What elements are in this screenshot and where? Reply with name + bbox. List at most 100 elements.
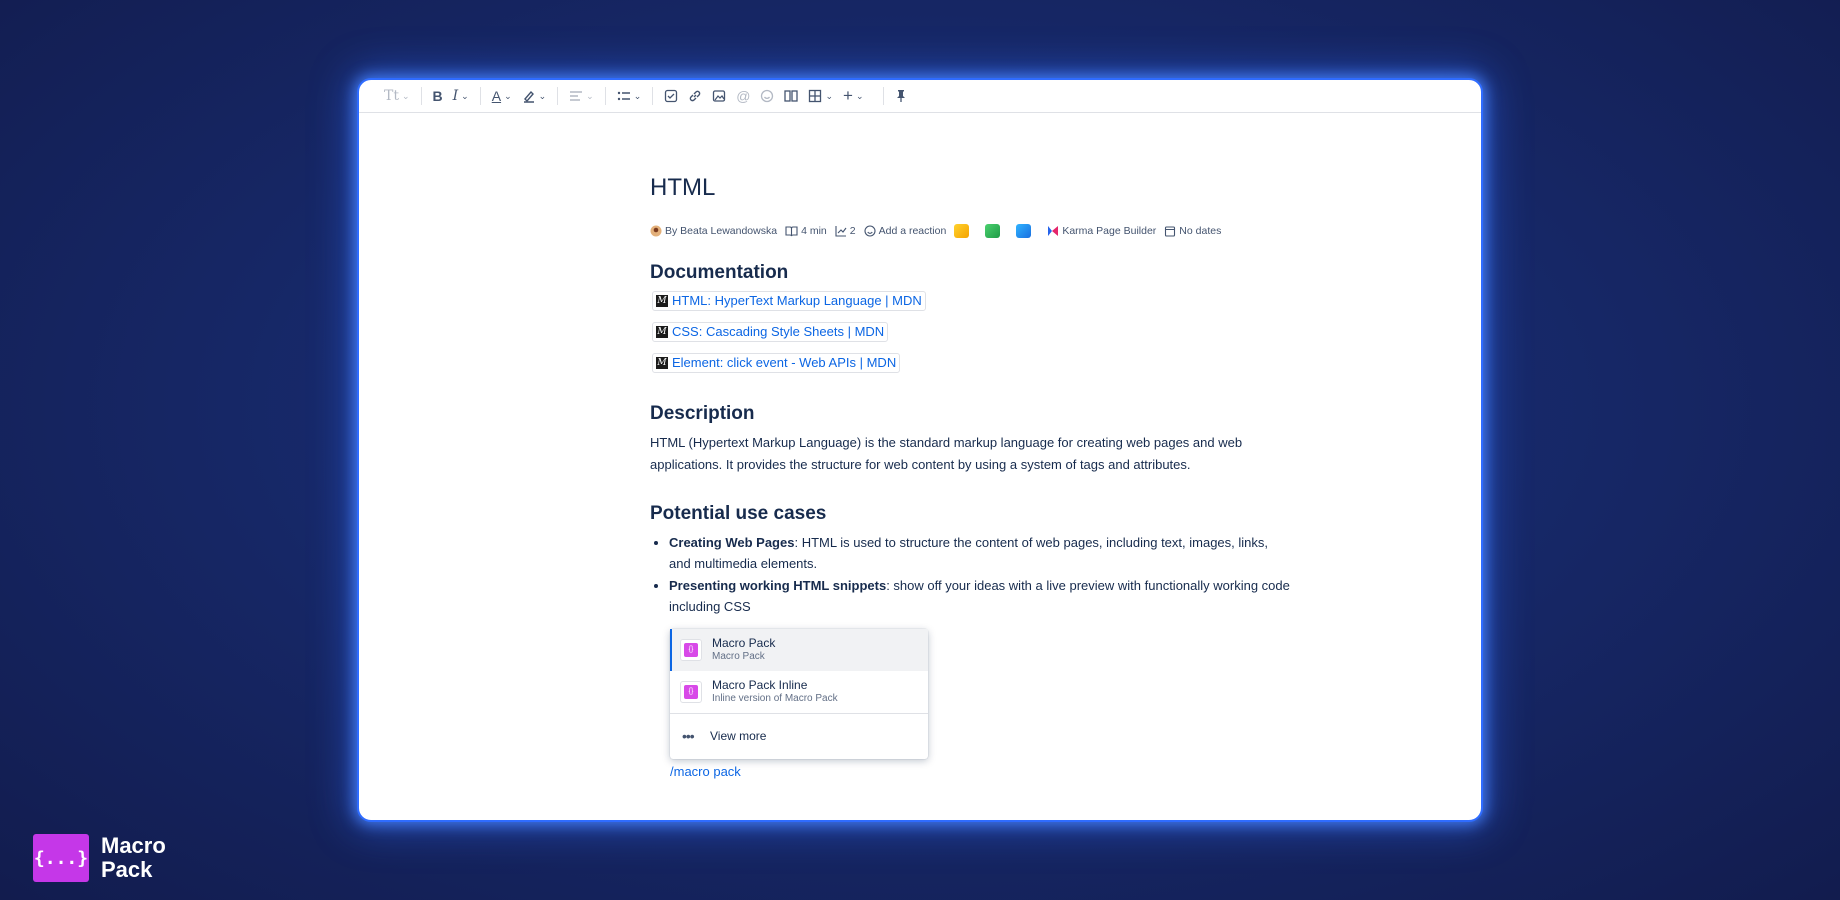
documentation-heading: Documentation	[650, 262, 789, 283]
macro-pack-icon: {}	[680, 681, 702, 703]
list-item-bold: Presenting working HTML snippets	[669, 578, 887, 593]
chevron-down-icon: ⌄	[633, 90, 642, 101]
toolbar-divider	[557, 87, 559, 105]
checkbox-icon	[664, 89, 678, 103]
italic-button[interactable]: I ⌄	[448, 84, 474, 108]
view-more-label: View more	[710, 729, 767, 743]
menu-item-title: Macro Pack	[712, 636, 776, 650]
brand-name: Macro Pack	[101, 834, 166, 882]
page-title[interactable]: HTML	[650, 170, 1290, 206]
use-cases-heading: Potential use cases	[650, 503, 827, 524]
inline-link-card[interactable]: M HTML: HyperText Markup Language | MDN	[652, 290, 926, 311]
book-icon	[785, 225, 798, 237]
highlight-button[interactable]: ⌄	[517, 84, 552, 108]
at-icon: @	[736, 88, 751, 104]
emoji-button[interactable]	[755, 84, 779, 108]
calendar-icon	[1164, 225, 1176, 237]
insert-button[interactable]: + ⌄	[838, 84, 868, 108]
table-button[interactable]: ⌄	[803, 84, 838, 108]
page-views[interactable]: 2	[835, 225, 856, 237]
link-row: M HTML: HyperText Markup Language | MDN	[650, 285, 1290, 316]
mdn-logo-icon: M	[656, 325, 668, 338]
list-item: Creating Web Pages: HTML is used to stru…	[669, 532, 1290, 574]
app-name: Karma Page Builder	[1062, 225, 1157, 237]
text-color-button[interactable]: A ⌄	[487, 84, 517, 108]
alignment-button[interactable]: ⌄	[564, 84, 599, 108]
app-icon-blue[interactable]	[1016, 224, 1032, 238]
italic-label: I	[452, 88, 459, 104]
page-content: HTML By Beata Lewandowska 4 min 2 Add a …	[650, 170, 1290, 618]
link-icon	[688, 89, 702, 103]
table-icon	[808, 89, 822, 103]
text-style-button[interactable]: Tt ⌄	[379, 84, 415, 108]
karma-page-builder[interactable]: Karma Page Builder	[1047, 225, 1156, 237]
mdn-logo-icon: M	[656, 294, 668, 307]
app-icon-yellow[interactable]	[954, 224, 970, 238]
menu-item-subtitle: Macro Pack	[712, 651, 765, 662]
list-button[interactable]: ⌄	[612, 84, 647, 108]
use-cases-list: Creating Web Pages: HTML is used to stru…	[650, 532, 1290, 617]
link-text: HTML: HyperText Markup Language | MDN	[672, 293, 922, 308]
avatar	[650, 225, 662, 237]
link-button[interactable]	[683, 84, 707, 108]
views-count: 2	[849, 225, 856, 237]
read-time-value: 4 min	[801, 225, 827, 237]
columns-icon	[784, 89, 799, 103]
menu-item-macro-pack[interactable]: {} Macro Pack Macro Pack	[670, 629, 928, 671]
text-color-label: A	[491, 88, 502, 104]
inline-link-card[interactable]: M Element: click event - Web APIs | MDN	[652, 352, 901, 373]
pin-icon	[895, 89, 907, 103]
image-button[interactable]	[707, 84, 731, 108]
text-style-label: Tt	[384, 88, 399, 104]
pin-toolbar-button[interactable]	[890, 84, 912, 108]
toolbar-divider	[479, 87, 481, 105]
layout-button[interactable]	[779, 84, 803, 108]
chevron-down-icon: ⌄	[504, 90, 512, 101]
view-more-button[interactable]: ••• View more	[670, 714, 928, 758]
action-item-button[interactable]	[659, 84, 683, 108]
link-text: CSS: Cascading Style Sheets | MDN	[672, 324, 885, 339]
image-icon	[712, 89, 726, 103]
list-item-bold: Creating Web Pages	[669, 535, 795, 550]
link-text: Element: click event - Web APIs | MDN	[672, 355, 897, 370]
editor-window: Tt ⌄ B I ⌄ A ⌄ ⌄ ⌄ ⌄ @ ⌄ + ⌄ HTML By Beata L…	[357, 78, 1483, 822]
chevron-down-icon: ⌄	[401, 90, 410, 101]
mdn-logo-icon: M	[656, 356, 668, 369]
align-left-icon	[569, 90, 583, 102]
read-time: 4 min	[785, 225, 827, 237]
slash-command-input[interactable]: /macro pack	[670, 764, 741, 779]
author-info[interactable]: By Beata Lewandowska	[650, 225, 777, 237]
author-name: By Beata Lewandowska	[665, 225, 778, 237]
page-dates[interactable]: No dates	[1164, 225, 1221, 237]
chevron-down-icon: ⌄	[538, 90, 547, 101]
toolbar-divider	[420, 87, 422, 105]
link-row: M CSS: Cascading Style Sheets | MDN	[650, 316, 1290, 347]
list-item: Presenting working HTML snippets: show o…	[669, 575, 1290, 617]
bold-button[interactable]: B	[428, 84, 448, 108]
macro-pack-icon: {}	[680, 639, 702, 661]
mention-button[interactable]: @	[731, 84, 755, 108]
editor-toolbar: Tt ⌄ B I ⌄ A ⌄ ⌄ ⌄ ⌄ @ ⌄ + ⌄	[359, 80, 1481, 113]
plus-icon: +	[843, 86, 853, 105]
page-byline: By Beata Lewandowska 4 min 2 Add a react…	[650, 222, 1290, 240]
emoji-add-icon	[864, 225, 876, 237]
description-heading: Description	[650, 403, 755, 424]
brand-logo: {...} Macro Pack	[33, 834, 166, 882]
chevron-down-icon: ⌄	[825, 90, 834, 101]
bullet-list-icon	[617, 90, 631, 102]
add-reaction-button[interactable]: Add a reaction	[864, 225, 947, 237]
menu-item-macro-pack-inline[interactable]: {} Macro Pack Inline Inline version of M…	[670, 671, 928, 713]
chevron-down-icon: ⌄	[586, 90, 594, 101]
app-icon-green[interactable]	[985, 224, 1001, 238]
link-row: M Element: click event - Web APIs | MDN	[650, 347, 1290, 378]
analytics-icon	[835, 225, 847, 237]
add-reaction-label: Add a reaction	[878, 225, 947, 237]
brand-line-2: Pack	[101, 857, 153, 882]
chevron-down-icon: ⌄	[461, 90, 469, 101]
karma-logo-icon	[1047, 225, 1059, 237]
inline-link-card[interactable]: M CSS: Cascading Style Sheets | MDN	[652, 321, 889, 342]
brand-line-1: Macro	[101, 833, 166, 858]
toolbar-divider	[882, 87, 884, 105]
slash-command-menu: {} Macro Pack Macro Pack {} Macro Pack I…	[670, 629, 928, 759]
description-paragraph: HTML (Hypertext Markup Language) is the …	[650, 435, 1243, 472]
